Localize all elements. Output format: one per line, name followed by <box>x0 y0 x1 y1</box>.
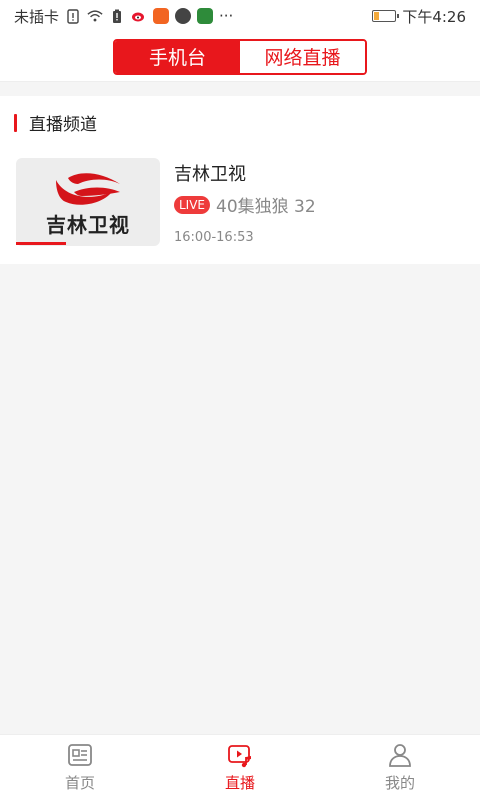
news-icon <box>68 744 92 766</box>
now-playing-row: LIVE 40集独狼 32 <box>174 192 316 217</box>
clock-text: 下午4:26 <box>402 7 466 26</box>
nav-item-live[interactable]: 直播 <box>160 735 320 800</box>
bottom-navigation: 首页 直播 我的 <box>0 734 480 800</box>
profile-icon <box>389 744 411 767</box>
live-play-icon <box>228 745 251 768</box>
top-header: 手机台 网络直播 <box>0 32 480 82</box>
channel-thumbnail[interactable]: 吉林卫视 <box>16 158 160 246</box>
channel-type-switch: 手机台 网络直播 <box>113 38 367 75</box>
app-green-icon <box>197 8 214 24</box>
nav-label-home: 首页 <box>64 774 95 792</box>
tab-mobile-station[interactable]: 手机台 <box>115 40 240 73</box>
program-progress-bar <box>16 242 160 245</box>
program-title: 40集独狼 32 <box>216 197 316 217</box>
program-time: 16:00-16:53 <box>174 230 254 245</box>
section-header: 直播频道 <box>14 110 97 135</box>
shield-check-icon <box>175 8 192 24</box>
sim-alert-icon <box>65 8 81 24</box>
battery-icon <box>372 10 400 22</box>
tab-network-live[interactable]: 网络直播 <box>240 40 365 73</box>
carrier-text: 未插卡 <box>14 7 60 26</box>
thumbnail-logo-text: 吉林卫视 <box>46 213 130 237</box>
weibo-app-icon <box>131 8 148 24</box>
nav-item-mine[interactable]: 我的 <box>320 735 480 800</box>
program-progress-fill <box>16 242 67 245</box>
section-title: 直播频道 <box>29 115 97 135</box>
live-badge: LIVE <box>174 195 211 214</box>
live-channels-section: 直播频道 吉林卫视 吉林卫视 LIVE 40集独狼 32 16:00-16:53 <box>0 96 480 264</box>
channel-item[interactable]: 吉林卫视 吉林卫视 LIVE 40集独狼 32 16:00-16:53 <box>16 158 464 248</box>
nav-label-live: 直播 <box>224 774 255 792</box>
section-accent-bar <box>14 113 17 132</box>
channel-name: 吉林卫视 <box>174 164 246 185</box>
status-right: 下午4:26 <box>372 6 466 27</box>
more-notifications-icon: ··· <box>219 7 234 25</box>
app-orange-icon <box>153 8 170 24</box>
status-left: 未插卡 ··· <box>14 6 233 27</box>
wifi-icon <box>87 8 103 24</box>
nav-label-mine: 我的 <box>384 774 415 792</box>
nav-item-home[interactable]: 首页 <box>0 735 160 800</box>
status-bar: 未插卡 ··· 下午4:26 <box>0 0 480 32</box>
battery-alert-icon <box>109 8 125 24</box>
